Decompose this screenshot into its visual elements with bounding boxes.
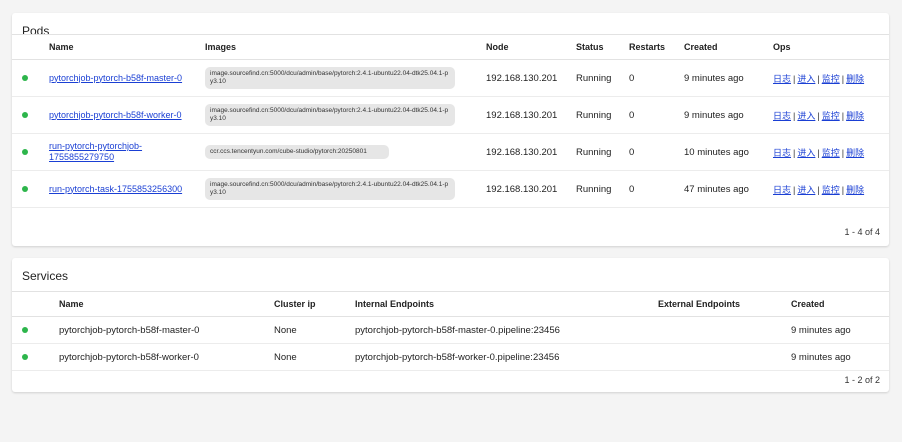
pods-table: Name Images Node Status Restarts Created… <box>12 34 889 208</box>
pod-name-link[interactable]: pytorchjob-pytorch-b58f-worker-0 <box>49 110 205 121</box>
pod-restarts: 0 <box>629 96 684 134</box>
image-badge: image.sourcefind.cn:5000/dcu/admin/base/… <box>205 104 455 126</box>
pod-row: pytorchjob-pytorch-b58f-worker-0 image.so… <box>12 96 889 134</box>
enter-link[interactable]: 进入 <box>797 185 815 195</box>
enter-link[interactable]: 进入 <box>797 74 815 84</box>
status-dot-icon <box>22 353 28 360</box>
pod-created: 9 minutes ago <box>684 96 773 134</box>
ops-separator: | <box>817 184 820 195</box>
pod-created: 10 minutes ago <box>684 133 773 171</box>
image-badge: image.sourcefind.cn:5000/dcu/admin/base/… <box>205 178 455 200</box>
status-dot-icon <box>22 148 28 155</box>
pod-row: run-pytorch-task-1755853256300 image.sour… <box>12 170 889 208</box>
col-svc-name: Name <box>59 291 274 317</box>
col-svc-created: Created <box>791 291 889 317</box>
monitor-link[interactable]: 监控 <box>822 111 840 121</box>
ops-separator: | <box>793 73 796 84</box>
col-status: Status <box>576 34 629 60</box>
log-link[interactable]: 日志 <box>773 185 791 195</box>
service-name: pytorchjob-pytorch-b58f-worker-0 <box>59 343 274 371</box>
delete-link[interactable]: 删除 <box>846 111 864 121</box>
status-dot-icon <box>22 74 28 81</box>
pod-restarts: 0 <box>629 59 684 97</box>
enter-link[interactable]: 进入 <box>797 111 815 121</box>
pod-status: Running <box>576 59 629 97</box>
monitor-link[interactable]: 监控 <box>822 185 840 195</box>
monitor-link[interactable]: 监控 <box>822 74 840 84</box>
pods-pagination: 1 - 4 of 4 <box>844 227 880 237</box>
pod-restarts: 0 <box>629 170 684 208</box>
service-created: 9 minutes ago <box>791 316 889 344</box>
pods-header-row: Name Images Node Status Restarts Created… <box>12 34 889 60</box>
pod-ops: 日志 | 进入 | 监控 | 删除 <box>773 59 889 97</box>
pod-restarts: 0 <box>629 133 684 171</box>
service-created: 9 minutes ago <box>791 343 889 371</box>
service-name: pytorchjob-pytorch-b58f-master-0 <box>59 316 274 344</box>
pod-name-link[interactable]: run-pytorch-task-1755853256300 <box>49 184 205 195</box>
ops-separator: | <box>817 147 820 158</box>
pod-name-link[interactable]: run-pytorch-pytorchjob-1755855279750 <box>49 141 205 163</box>
col-name: Name <box>49 34 205 60</box>
col-ops: Ops <box>773 34 889 60</box>
pod-created: 9 minutes ago <box>684 59 773 97</box>
ops-separator: | <box>841 184 845 195</box>
ops-separator: | <box>841 110 845 121</box>
enter-link[interactable]: 进入 <box>797 148 815 158</box>
pod-ops: 日志 | 进入 | 监控 | 删除 <box>773 170 889 208</box>
services-pagination: 1 - 2 of 2 <box>844 375 880 385</box>
pod-ops: 日志 | 进入 | 监控 | 删除 <box>773 133 889 171</box>
monitor-link[interactable]: 监控 <box>822 148 840 158</box>
service-row: pytorchjob-pytorch-b58f-master-0 None pyto… <box>12 316 889 344</box>
col-restarts: Restarts <box>629 34 684 60</box>
col-external-endpoints: External Endpoints <box>658 291 791 317</box>
delete-link[interactable]: 删除 <box>846 74 864 84</box>
image-badge: image.sourcefind.cn:5000/dcu/admin/base/… <box>205 67 455 89</box>
ops-separator: | <box>793 147 796 158</box>
pod-name-link[interactable]: pytorchjob-pytorch-b58f-master-0 <box>49 73 205 84</box>
delete-link[interactable]: 删除 <box>846 185 864 195</box>
col-internal-endpoints: Internal Endpoints <box>355 291 658 317</box>
status-dot-icon <box>22 185 28 192</box>
col-node: Node <box>486 34 576 60</box>
service-internal-endpoint: pytorchjob-pytorch-b58f-worker-0.pipelin… <box>355 343 658 371</box>
service-external-endpoint <box>658 343 791 371</box>
pod-row: run-pytorch-pytorchjob-1755855279750 ccr.… <box>12 133 889 171</box>
services-table: Name Cluster ip Internal Endpoints Exter… <box>12 291 889 371</box>
status-dot-icon <box>22 111 28 118</box>
delete-link[interactable]: 删除 <box>846 148 864 158</box>
pod-status: Running <box>576 170 629 208</box>
service-internal-endpoint: pytorchjob-pytorch-b58f-master-0.pipelin… <box>355 316 658 344</box>
ops-separator: | <box>793 110 796 121</box>
pod-status: Running <box>576 96 629 134</box>
pod-created: 47 minutes ago <box>684 170 773 208</box>
ops-separator: | <box>817 110 820 121</box>
col-cluster-ip: Cluster ip <box>274 291 355 317</box>
pod-node: 192.168.130.201 <box>486 170 576 208</box>
log-link[interactable]: 日志 <box>773 74 791 84</box>
pod-node: 192.168.130.201 <box>486 96 576 134</box>
col-created: Created <box>684 34 773 60</box>
service-cluster-ip: None <box>274 343 355 371</box>
image-badge: ccr.ccs.tencentyun.com/cube-studio/pytor… <box>205 145 389 159</box>
pod-node: 192.168.130.201 <box>486 133 576 171</box>
ops-separator: | <box>793 184 796 195</box>
pod-ops: 日志 | 进入 | 监控 | 删除 <box>773 96 889 134</box>
log-link[interactable]: 日志 <box>773 111 791 121</box>
ops-separator: | <box>841 147 845 158</box>
status-dot-icon <box>22 326 28 333</box>
pod-node: 192.168.130.201 <box>486 59 576 97</box>
services-title: Services <box>22 269 69 283</box>
service-cluster-ip: None <box>274 316 355 344</box>
log-link[interactable]: 日志 <box>773 148 791 158</box>
pod-row: pytorchjob-pytorch-b58f-master-0 image.so… <box>12 59 889 97</box>
service-external-endpoint <box>658 316 791 344</box>
services-header-row: Name Cluster ip Internal Endpoints Exter… <box>12 291 889 317</box>
service-row: pytorchjob-pytorch-b58f-worker-0 None pyto… <box>12 343 889 371</box>
ops-separator: | <box>817 73 820 84</box>
col-images: Images <box>205 34 486 60</box>
pod-status: Running <box>576 133 629 171</box>
ops-separator: | <box>841 73 845 84</box>
